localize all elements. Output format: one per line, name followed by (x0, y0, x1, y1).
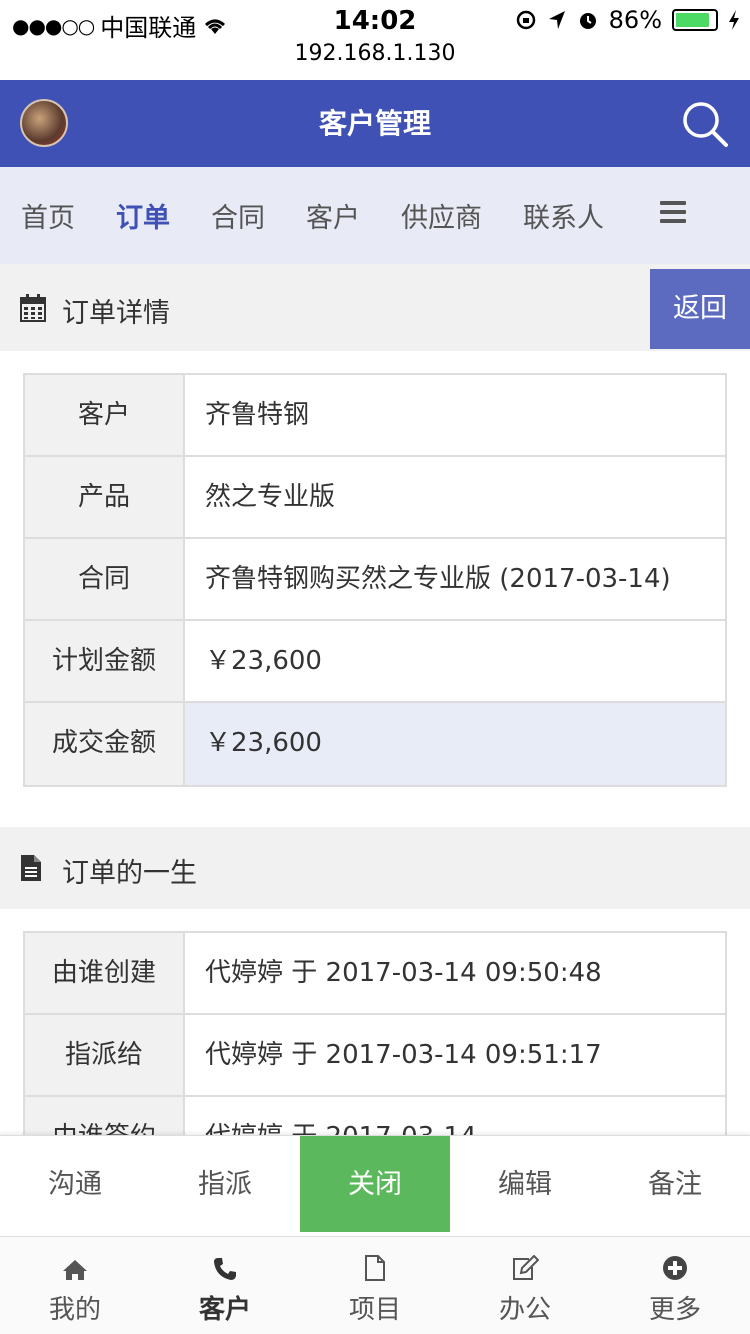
calendar-icon (20, 294, 46, 322)
order-detail-table: 客户 齐鲁特钢 产品 然之专业版 合同 齐鲁特钢购买然之专业版 (2017-03… (23, 373, 727, 787)
file-text-icon (21, 855, 41, 881)
back-button[interactable]: 返回 (650, 269, 750, 349)
table-row: 计划金额 ￥23,600 (25, 621, 725, 703)
action-bar: 沟通 指派 关闭 编辑 备注 (0, 1135, 750, 1232)
phone-icon (214, 1258, 236, 1280)
bottom-nav-more[interactable]: 更多 (600, 1237, 750, 1334)
alarm-icon (579, 13, 596, 29)
table-row: 由谁创建 代婷婷 于 2017-03-14 09:50:48 (25, 933, 725, 1015)
tab-orders[interactable]: 订单 (95, 196, 170, 235)
note-button[interactable]: 备注 (600, 1136, 750, 1232)
tab-suppliers[interactable]: 供应商 (380, 196, 482, 235)
tab-home[interactable]: 首页 (0, 196, 75, 235)
charging-icon (729, 10, 739, 30)
home-icon (63, 1260, 87, 1280)
bottom-nav: 我的 客户 项目 办公 更多 (0, 1236, 750, 1334)
tab-customers[interactable]: 客户 (285, 196, 360, 235)
tab-contacts[interactable]: 联系人 (502, 196, 604, 235)
row-value[interactable]: 齐鲁特钢购买然之专业版 (2017-03-14) (185, 539, 725, 619)
row-value: 齐鲁特钢 (205, 400, 310, 430)
row-label: 由谁创建 (25, 933, 185, 1013)
bottom-nav-label: 办公 (498, 1295, 551, 1325)
row-label: 计划金额 (25, 621, 185, 701)
table-row: 指派给 代婷婷 于 2017-03-14 09:51:17 (25, 1015, 725, 1097)
row-value: 然之专业版 (205, 482, 336, 512)
bottom-nav-customers[interactable]: 客户 (150, 1237, 300, 1334)
section-title: 订单的一生 (62, 858, 197, 889)
bottom-nav-label: 项目 (348, 1295, 401, 1325)
row-label: 指派给 (25, 1015, 185, 1095)
row-label: 客户 (25, 375, 185, 455)
row-value: ￥23,600 (185, 703, 725, 785)
plus-circle-icon (663, 1256, 687, 1280)
row-label: 成交金额 (25, 703, 185, 785)
order-life-header: 订单的一生 (0, 827, 750, 909)
status-bar: ●●●○○ 中国联通 14:02 192.168.1.130 86% (0, 0, 750, 80)
bottom-nav-projects[interactable]: 项目 (300, 1237, 450, 1334)
row-label: 产品 (25, 457, 185, 537)
app-header: 客户管理 (0, 80, 750, 167)
order-detail-header: 订单详情 返回 (0, 264, 750, 351)
battery-percent: 86% (608, 6, 662, 34)
nav-tabs: 首页 订单 合同 客户 供应商 联系人 (0, 167, 750, 264)
tab-contracts[interactable]: 合同 (190, 196, 265, 235)
menu-icon[interactable] (660, 201, 686, 228)
table-row: 合同 齐鲁特钢购买然之专业版 (2017-03-14) (25, 539, 725, 621)
edit-button[interactable]: 编辑 (450, 1136, 600, 1232)
communicate-button[interactable]: 沟通 (0, 1136, 150, 1232)
file-icon (365, 1255, 385, 1281)
table-row: 客户 齐鲁特钢 (25, 375, 725, 457)
page-url[interactable]: 192.168.1.130 (0, 41, 750, 66)
bottom-nav-mine[interactable]: 我的 (0, 1237, 150, 1334)
section-title: 订单详情 (62, 298, 170, 329)
bottom-nav-label: 我的 (48, 1295, 101, 1325)
edit-icon (513, 1255, 539, 1280)
rotation-lock-icon (516, 10, 535, 30)
table-row: 成交金额 ￥23,600 (25, 703, 725, 785)
assign-button[interactable]: 指派 (150, 1136, 300, 1232)
battery-level (676, 13, 709, 27)
battery-icon (672, 9, 718, 31)
location-icon (548, 11, 565, 29)
row-value: ￥23,600 (205, 646, 322, 676)
page-title: 客户管理 (318, 107, 431, 140)
bottom-nav-office[interactable]: 办公 (450, 1237, 600, 1334)
row-value: 代婷婷 于 2017-03-14 09:51:17 (205, 1040, 602, 1070)
search-icon[interactable] (680, 99, 730, 149)
row-label: 合同 (25, 539, 185, 619)
bottom-nav-label: 更多 (648, 1295, 701, 1325)
bottom-nav-label: 客户 (198, 1295, 251, 1325)
row-value: 代婷婷 于 2017-03-14 09:50:48 (205, 958, 602, 988)
status-icons: 86% (515, 6, 740, 34)
table-row: 产品 然之专业版 (25, 457, 725, 539)
close-button[interactable]: 关闭 (300, 1136, 450, 1232)
